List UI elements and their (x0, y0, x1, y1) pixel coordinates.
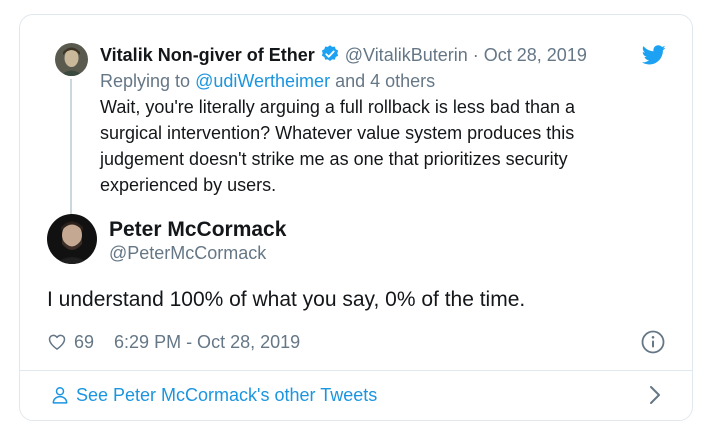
chevron-right-icon[interactable] (646, 384, 664, 406)
see-other-tweets-label[interactable]: See Peter McCormack's other Tweets (76, 383, 377, 407)
author-avatar[interactable] (47, 214, 97, 264)
embedded-tweet-card: Vitalik Non-giver of Ether @VitalikButer… (19, 14, 693, 421)
parent-date[interactable]: Oct 28, 2019 (484, 45, 587, 65)
thread-connector-line (70, 79, 72, 222)
see-other-tweets-link[interactable]: See Peter McCormack's other Tweets (50, 383, 377, 407)
tweet-meta: 69 6:29 PM - Oct 28, 2019 (47, 330, 300, 354)
tweet-timestamp[interactable]: 6:29 PM - Oct 28, 2019 (114, 330, 300, 354)
verified-badge-icon (321, 45, 338, 61)
like-count[interactable]: 69 (74, 330, 94, 354)
heart-icon[interactable] (47, 332, 67, 352)
replying-to-line: Replying to @udiWertheimer and 4 others (100, 69, 435, 93)
parent-handle[interactable]: @VitalikButerin (345, 45, 468, 65)
twitter-bird-icon[interactable] (642, 43, 666, 67)
footer-divider (20, 370, 692, 371)
replying-prefix: Replying to (100, 71, 191, 91)
replying-to-handle-link[interactable]: @udiWertheimer (195, 71, 330, 91)
replying-others[interactable]: and 4 others (335, 71, 435, 91)
parent-display-name[interactable]: Vitalik Non-giver of Ether (100, 45, 315, 65)
person-icon (52, 387, 68, 404)
tweet-text: I understand 100% of what you say, 0% of… (47, 288, 526, 311)
parent-tweet-text: Wait, you're literally arguing a full ro… (100, 97, 575, 195)
header-separator: · (472, 45, 479, 65)
author-handle[interactable]: @PeterMcCormack (109, 241, 266, 265)
info-icon[interactable] (640, 329, 666, 355)
parent-author-avatar[interactable] (55, 43, 88, 76)
author-display-name[interactable]: Peter McCormack (109, 217, 286, 243)
parent-tweet-header: Vitalik Non-giver of Ether @VitalikButer… (100, 43, 587, 67)
